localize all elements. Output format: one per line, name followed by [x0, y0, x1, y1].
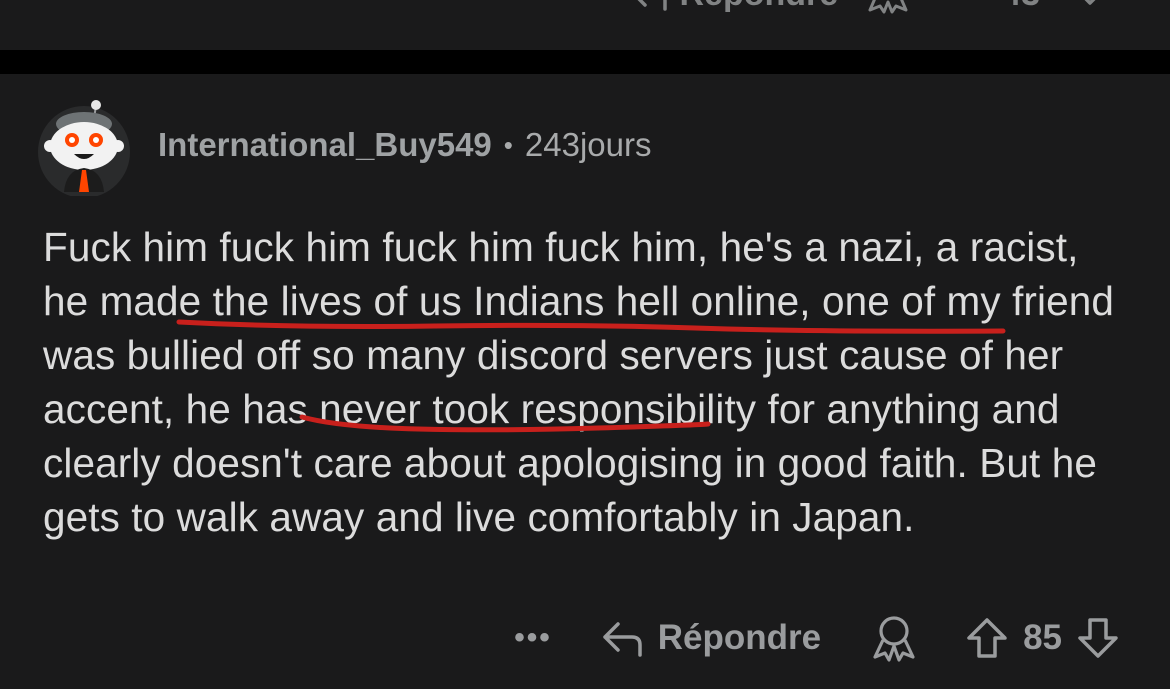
reply-arrow-icon	[638, 0, 668, 11]
meta-separator: •	[503, 129, 513, 160]
upvote-arrow-icon[interactable]	[965, 616, 1009, 660]
downvote-arrow-icon[interactable]	[1068, 0, 1112, 9]
reply-label: Répondre	[657, 618, 822, 657]
comment-age: 243jours	[524, 126, 652, 163]
reply-label: Répondre	[679, 0, 838, 14]
award-icon[interactable]	[866, 0, 910, 14]
comment-meta: International_Buy549 • 243jours	[158, 126, 651, 164]
comment-body: Fuck him fuck him fuck him fuck him, he'…	[43, 224, 1114, 540]
reply-button[interactable]: Répondre	[629, 0, 838, 14]
reply-button[interactable]: Répondre	[600, 618, 821, 658]
snoo-avatar-icon	[38, 100, 130, 196]
username[interactable]: International_Buy549	[158, 126, 492, 164]
reply-arrow-icon	[602, 622, 642, 657]
vote-controls: 85	[965, 616, 1120, 660]
avatar[interactable]	[36, 100, 132, 196]
vote-count: 43	[1002, 0, 1040, 14]
vote-count: 85	[1023, 618, 1062, 657]
upvote-arrow-icon[interactable]	[938, 0, 974, 13]
previous-comment-actions: ••• Répondre 43	[566, 0, 1112, 24]
comment-actions: ••• Répondre 85	[514, 609, 1120, 667]
previous-comment-card: ••• Répondre 43	[0, 0, 1170, 50]
more-options-button[interactable]: •••	[514, 621, 552, 655]
screen: ••• Répondre 43	[0, 0, 1170, 689]
downvote-arrow-icon[interactable]	[1076, 616, 1120, 660]
comment-divider	[0, 50, 1170, 74]
award-icon	[873, 616, 915, 662]
award-button[interactable]	[869, 613, 919, 663]
more-options-icon[interactable]: •••	[566, 0, 601, 10]
comment-card: International_Buy549 • 243jours Fuck him…	[0, 74, 1170, 689]
